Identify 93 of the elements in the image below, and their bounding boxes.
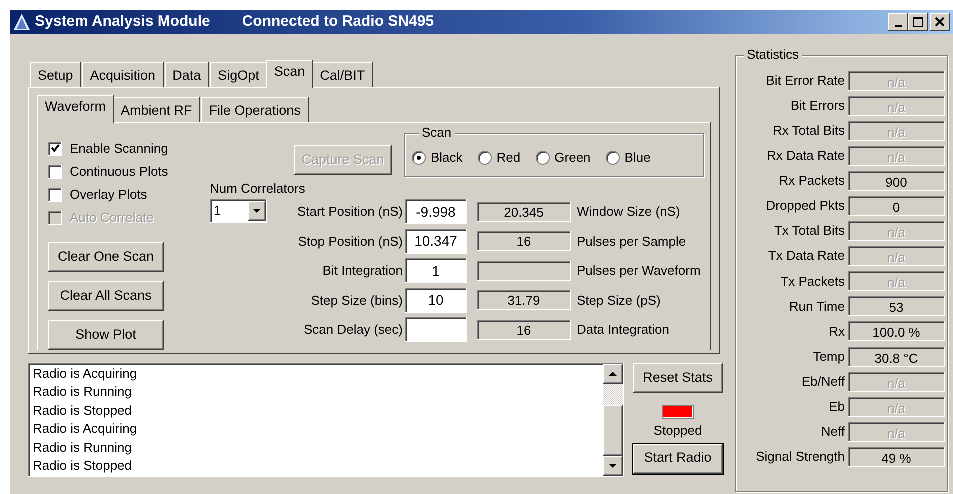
- tab[interactable]: Ambient RF: [113, 97, 200, 122]
- log-line: Radio is Stopped: [33, 402, 134, 420]
- checkbox-label: Overlay Plots: [70, 186, 148, 204]
- stat-label: Tx Packets: [780, 272, 846, 291]
- num-correlators-label: Num Correlators: [210, 181, 306, 197]
- stat-label: Dropped Pkts: [765, 197, 846, 216]
- tab[interactable]: Setup: [30, 62, 82, 87]
- radio-label: Black: [431, 149, 463, 168]
- stat-label: Run Time: [788, 298, 846, 316]
- log-line: Radio is Running: [33, 438, 134, 457]
- readout-label: Pulses per Waveform: [577, 262, 701, 280]
- readout-field: 16: [477, 320, 571, 340]
- stat-value: 900: [848, 170, 945, 191]
- readout-label: Pulses per Sample: [577, 232, 686, 251]
- readout-field: 16: [477, 231, 571, 252]
- readout-label: Window Size (nS): [577, 203, 680, 221]
- stat-label: Signal Strength: [755, 448, 846, 466]
- stat-value: 0: [848, 196, 945, 216]
- start-radio-button[interactable]: Start Radio: [633, 444, 723, 474]
- checkbox[interactable]: [48, 164, 62, 178]
- reset-stats-button[interactable]: Reset Stats: [633, 363, 723, 393]
- input-field[interactable]: [405, 317, 467, 342]
- radio-button[interactable]: [478, 151, 492, 165]
- checkbox-label: Continuous Plots: [70, 162, 168, 181]
- stat-label: Neff: [820, 423, 846, 442]
- stat-value: 30.8 °C: [848, 346, 945, 367]
- field-label: Start Position (nS): [296, 203, 404, 221]
- radio-button[interactable]: [606, 151, 620, 165]
- scan-button[interactable]: Clear All Scans: [48, 281, 164, 311]
- minimize-button[interactable]: [888, 13, 908, 31]
- scroll-up-button[interactable]: [603, 364, 623, 384]
- radio-label: Green: [554, 149, 591, 168]
- stat-label: Tx Total Bits: [773, 222, 846, 240]
- radio-label: Red: [496, 149, 521, 168]
- input-field[interactable]: 10: [405, 288, 467, 313]
- field-label: Bit Integration: [322, 262, 404, 280]
- radio-dot-icon: [417, 156, 421, 160]
- scroll-thumb[interactable]: [603, 405, 623, 456]
- readout-label: Data Integration: [577, 321, 670, 339]
- log-line: Radio is Acquiring: [33, 420, 138, 438]
- tab[interactable]: Waveform: [37, 95, 114, 123]
- tab[interactable]: Scan: [266, 60, 314, 88]
- log-line: Radio is Running: [33, 383, 134, 402]
- maximize-button[interactable]: [908, 13, 928, 31]
- stat-label: Bit Error Rate: [765, 72, 846, 90]
- up-arrow-icon: [609, 372, 617, 376]
- input-field[interactable]: 1: [405, 258, 467, 284]
- tab[interactable]: Data: [164, 62, 210, 87]
- tab[interactable]: Cal/BIT: [312, 62, 374, 87]
- readout-label: Step Size (pS): [577, 292, 661, 310]
- radio-label: Blue: [624, 149, 651, 168]
- tab[interactable]: Acquisition: [82, 62, 164, 87]
- field-label: Step Size (bins): [310, 292, 404, 310]
- stat-value: 100.0 %: [848, 321, 945, 342]
- stat-label: Rx: [828, 322, 846, 341]
- radio-button[interactable]: [412, 151, 426, 165]
- stat-label: Eb: [828, 398, 846, 416]
- checkbox[interactable]: [48, 188, 62, 202]
- log-line: Radio is Acquiring: [33, 365, 138, 383]
- log-line: Radio is Stopped: [33, 457, 134, 476]
- tab[interactable]: SigOpt: [210, 62, 268, 87]
- radio-button[interactable]: [536, 151, 550, 165]
- input-field[interactable]: -9.998: [405, 199, 467, 224]
- scan-button[interactable]: Show Plot: [48, 320, 164, 350]
- close-button[interactable]: [930, 13, 950, 31]
- input-field[interactable]: 10.347: [405, 228, 467, 254]
- stat-label: Rx Packets: [778, 172, 846, 190]
- stat-label: Temp: [812, 348, 846, 366]
- stat-label: Bit Errors: [790, 96, 846, 115]
- minimize-icon: [894, 24, 902, 26]
- maximize-icon: [913, 17, 923, 27]
- readout-field: 31.79: [477, 290, 571, 310]
- down-arrow-icon: [609, 464, 617, 468]
- stat-value: 53: [848, 296, 945, 316]
- field-label: Stop Position (nS): [297, 232, 404, 251]
- window-title: System Analysis Module: [35, 12, 210, 32]
- scroll-down-button[interactable]: [603, 456, 623, 476]
- tab[interactable]: File Operations: [201, 97, 309, 122]
- readout-field: 20.345: [477, 202, 571, 222]
- checkbox-label: Enable Scanning: [70, 140, 168, 158]
- stat-label: Rx Data Rate: [766, 147, 846, 166]
- field-label: Scan Delay (sec): [303, 321, 404, 339]
- stat-label: Tx Data Rate: [767, 247, 846, 266]
- checkbox[interactable]: [48, 142, 62, 156]
- logo-icon: [13, 13, 31, 31]
- stat-label: Eb/Neff: [800, 372, 846, 391]
- stat-value: 49 %: [848, 446, 945, 467]
- stat-label: Rx Total Bits: [772, 122, 846, 140]
- status-label: Stopped: [654, 422, 702, 440]
- connection-status: Connected to Radio SN495: [242, 12, 434, 32]
- num-correlators-dropdown[interactable]: 1: [210, 199, 267, 223]
- close-icon: [935, 17, 945, 27]
- scan-button[interactable]: Clear One Scan: [48, 242, 164, 272]
